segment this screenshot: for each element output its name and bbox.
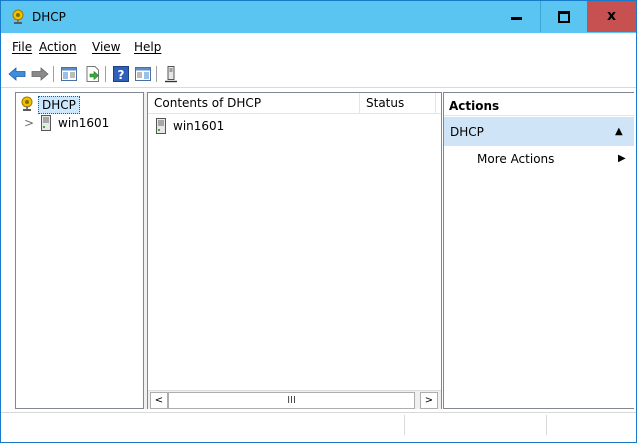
actions-header: Actions	[444, 95, 634, 116]
toolbar-separator	[53, 66, 54, 82]
maximize-icon	[558, 11, 570, 23]
status-panel-middle	[405, 415, 547, 435]
scroll-thumb[interactable]: III	[168, 392, 415, 409]
authorize-server-icon[interactable]	[161, 64, 181, 84]
menu-file[interactable]: File	[12, 40, 32, 54]
console-tree: DHCP > win1601	[15, 92, 144, 409]
column-header-contents[interactable]: Contents of DHCP	[148, 93, 360, 113]
forward-arrow-icon[interactable]	[30, 64, 50, 84]
tree-item-label: win1601	[58, 116, 110, 130]
actions-section-title: DHCP	[450, 125, 484, 139]
scroll-right-button[interactable]: >	[420, 392, 438, 409]
server-icon	[156, 118, 166, 134]
title-bar[interactable]: DHCP x	[1, 1, 636, 33]
back-arrow-icon[interactable]	[7, 64, 27, 84]
scroll-left-button[interactable]: <	[150, 392, 168, 409]
maximize-button[interactable]	[540, 1, 587, 32]
tree-item-win1601[interactable]: > win1601	[24, 114, 139, 132]
help-icon[interactable]: ?	[111, 64, 131, 84]
tree-item-label: DHCP	[38, 96, 80, 114]
collapse-arrow-icon[interactable]: ▲	[615, 125, 623, 139]
toolbar-separator	[156, 66, 157, 82]
dhcp-snapin-icon	[12, 9, 24, 24]
actions-section-dhcp[interactable]: DHCP ▲	[444, 117, 634, 146]
results-list: Contents of DHCP Status win1601 < III >	[147, 92, 442, 409]
svg-text:?: ?	[118, 68, 125, 82]
more-actions-label: More Actions	[477, 152, 555, 166]
status-bar	[1, 412, 636, 438]
close-icon: x	[606, 8, 617, 24]
dhcp-snapin-icon	[21, 96, 33, 111]
menu-bar: File Action View Help	[1, 37, 636, 57]
toolbar-separator	[105, 66, 106, 82]
list-header: Contents of DHCP Status	[148, 93, 441, 114]
show-hide-action-pane-icon[interactable]	[133, 64, 153, 84]
show-hide-console-tree-icon[interactable]	[59, 64, 79, 84]
mmc-window: DHCP x File Action View Help ? DHCP > wi…	[0, 0, 637, 443]
tree-item-dhcp[interactable]: DHCP	[18, 96, 82, 114]
more-actions-item[interactable]: More Actions ▶	[444, 149, 634, 169]
column-header-status[interactable]: Status	[360, 93, 436, 113]
server-icon	[41, 115, 51, 131]
actions-header-label: Actions	[449, 99, 500, 113]
menu-action[interactable]: Action	[39, 40, 77, 54]
list-item[interactable]: win1601	[148, 117, 359, 135]
column-header-label: Contents of DHCP	[154, 96, 262, 110]
list-item-name: win1601	[173, 119, 225, 133]
toolbar: ?	[1, 60, 636, 88]
menu-help[interactable]: Help	[134, 40, 161, 54]
actions-pane: Actions DHCP ▲ More Actions ▶	[443, 92, 634, 409]
minimize-button[interactable]	[494, 1, 540, 32]
column-header-label: Status	[366, 96, 405, 110]
mmc-content-area: DHCP > win1601 Contents of DHCP Status w…	[15, 92, 634, 409]
window-title: DHCP	[32, 10, 66, 24]
submenu-arrow-icon: ▶	[618, 153, 626, 164]
close-button[interactable]: x	[587, 1, 636, 32]
minimize-icon	[511, 17, 522, 20]
expand-chevron-icon[interactable]: >	[24, 114, 34, 132]
menu-view[interactable]: View	[92, 40, 120, 54]
status-panel-main	[15, 415, 405, 435]
export-list-icon[interactable]	[83, 64, 103, 84]
horizontal-scrollbar[interactable]: < III >	[148, 390, 441, 409]
status-panel-right	[547, 415, 627, 435]
